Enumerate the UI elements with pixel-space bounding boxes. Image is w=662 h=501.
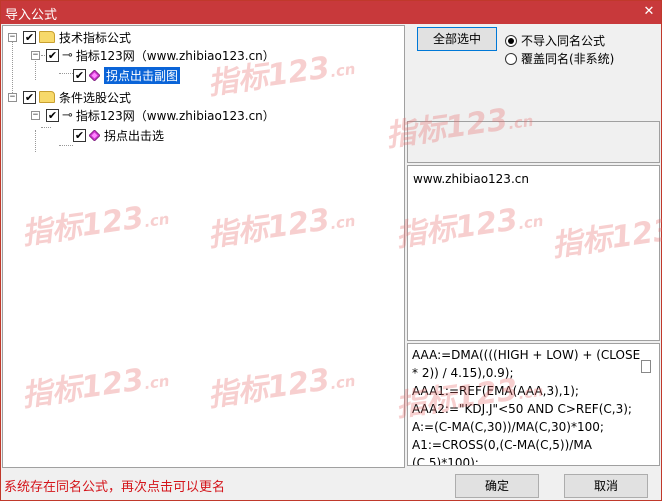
scrollbar-thumb[interactable]: [641, 360, 651, 373]
code-line: (C,5)*100);: [412, 456, 479, 466]
folder-icon: [39, 91, 55, 103]
folder-icon: [39, 31, 55, 43]
overwrite-same-name-option[interactable]: 覆盖同名(非系统): [505, 50, 614, 67]
formula-tree[interactable]: − ✔ 技术指标公式 − ✔ ⊸ 指标123网（www.zhibiao123.c…: [2, 25, 405, 468]
node-checkbox[interactable]: ✔: [46, 108, 59, 122]
formula-code-box[interactable]: AAA:=DMA((((HIGH + LOW) + (CLOSE * 2)) /…: [407, 343, 660, 466]
node-label: 拐点出击选: [104, 128, 165, 143]
code-line: AAA:=DMA((((HIGH + LOW) + (CLOSE: [412, 348, 641, 362]
formula-icon: [89, 129, 100, 141]
option-label: 不导入同名公式: [521, 34, 606, 48]
select-all-button[interactable]: 全部选中: [417, 27, 497, 51]
tree-connector: [59, 145, 73, 146]
tree-node-stock-selection[interactable]: − ✔ 条件选股公式: [8, 88, 131, 106]
code-line: AAA2:="KDJ.J"<50 AND C>REF(C,3);: [412, 402, 632, 416]
node-label: 指标123网（www.zhibiao123.cn）: [75, 48, 275, 63]
radio-button[interactable]: [505, 34, 517, 47]
tree-connector: [41, 127, 51, 128]
title-bar[interactable]: 导入公式 ✕: [1, 1, 661, 24]
window-title: 导入公式: [5, 8, 58, 23]
node-checkbox[interactable]: ✔: [46, 48, 59, 62]
info-text: www.zhibiao123.cn: [413, 172, 529, 186]
radio-button[interactable]: [505, 52, 517, 65]
node-label: 技术指标公式: [59, 30, 132, 45]
node-checkbox[interactable]: ✔: [23, 90, 36, 104]
node-checkbox[interactable]: ✔: [23, 30, 36, 44]
close-button[interactable]: ✕: [637, 1, 661, 24]
formula-icon: [89, 69, 100, 81]
cancel-button[interactable]: 取消: [564, 474, 648, 498]
status-message: 系统存在同名公式，再次点击可以更名: [4, 480, 226, 495]
import-formula-dialog: 导入公式 ✕ − ✔ 技术指标公式 − ✔ ⊸ 指标123网（www.zhibi…: [0, 0, 662, 501]
close-icon: ✕: [643, 4, 655, 19]
collapse-toggle[interactable]: −: [8, 32, 17, 42]
no-import-same-name-option[interactable]: 不导入同名公式: [505, 32, 605, 49]
tree-node-inflection-subchart[interactable]: ✔ 拐点出击副图: [73, 66, 181, 84]
node-checkbox[interactable]: ✔: [73, 128, 86, 142]
key-icon: ⊸: [62, 47, 73, 63]
tree-connector: [59, 73, 73, 74]
tree-node-zhibiao123-selection[interactable]: − ✔ ⊸ 指标123网（www.zhibiao123.cn）: [31, 106, 275, 124]
collapse-toggle[interactable]: −: [31, 50, 40, 60]
node-label: 拐点出击副图: [104, 66, 181, 84]
option-label: 覆盖同名(非系统): [521, 52, 615, 66]
tree-node-tech-indicators[interactable]: − ✔ 技术指标公式: [8, 28, 131, 46]
node-label: 条件选股公式: [59, 90, 132, 105]
ok-button[interactable]: 确定: [455, 474, 539, 498]
code-line: AAA1:=REF(EMA(AAA,3),1);: [412, 384, 579, 398]
key-icon: ⊸: [62, 107, 73, 123]
code-line: A:=(C-MA(C,30))/MA(C,30)*100;: [412, 420, 604, 434]
collapse-toggle[interactable]: −: [8, 92, 17, 102]
code-line: A1:=CROSS(0,(C-MA(C,5))/MA: [412, 438, 592, 452]
separator-panel: [407, 121, 660, 163]
tree-connector: [35, 130, 36, 152]
node-checkbox[interactable]: ✔: [73, 68, 86, 82]
node-label: 指标123网（www.zhibiao123.cn）: [75, 108, 275, 123]
tree-node-inflection-select[interactable]: ✔ 拐点出击选: [73, 126, 164, 144]
code-line: * 2)) / 4.15),0.9);: [412, 366, 514, 380]
formula-info-box: www.zhibiao123.cn: [407, 165, 660, 341]
collapse-toggle[interactable]: −: [31, 110, 40, 120]
tree-node-zhibiao123-indicators[interactable]: − ✔ ⊸ 指标123网（www.zhibiao123.cn）: [31, 46, 275, 64]
